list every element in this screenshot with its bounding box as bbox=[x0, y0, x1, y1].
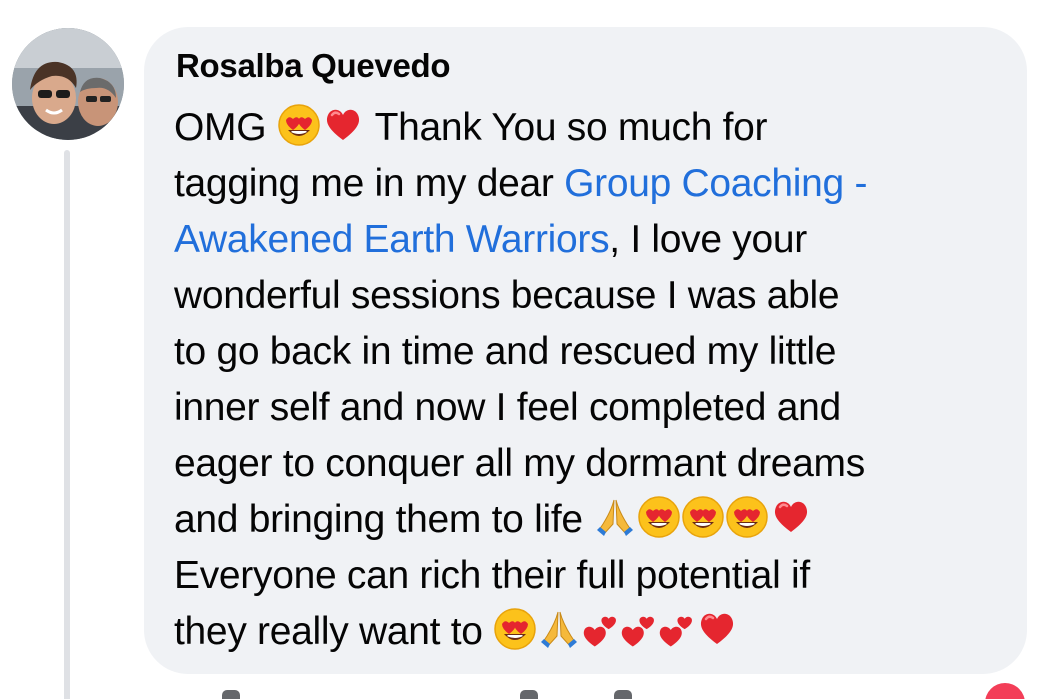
comment-bubble: Rosalba Quevedo OMG Thank You so much fo… bbox=[144, 27, 1027, 674]
two-hearts-icon bbox=[656, 610, 696, 650]
comment-text-segment: to go back in time and rescued my little bbox=[174, 330, 837, 373]
comment-line: tagging me in my dear Group Coaching - bbox=[174, 156, 1014, 212]
comment-text-segment: , I love your bbox=[609, 218, 807, 261]
red-heart-icon bbox=[768, 494, 814, 540]
heart-eyes-icon bbox=[724, 494, 770, 540]
heart-eyes-icon bbox=[492, 606, 538, 652]
comment-line: Everyone can rich their full potential i… bbox=[174, 548, 1014, 604]
folded-hands-icon bbox=[592, 494, 638, 540]
comment-action-partial bbox=[614, 690, 632, 699]
avatar[interactable] bbox=[12, 28, 124, 140]
comment-text-segment: wonderful sessions because I was able bbox=[174, 274, 840, 317]
reaction-badge[interactable] bbox=[985, 683, 1025, 699]
comment-text-segment: and bringing them to life bbox=[174, 498, 594, 541]
comment-line: and bringing them to life bbox=[174, 492, 1014, 548]
comment-line: eager to conquer all my dormant dreams bbox=[174, 436, 1014, 492]
comment-text: OMG Thank You so much for tagging me in m… bbox=[174, 100, 1014, 660]
heart-eyes-icon bbox=[636, 494, 682, 540]
comment-text-segment: they really want to bbox=[174, 610, 494, 653]
red-heart-icon bbox=[320, 102, 366, 148]
comment-line: to go back in time and rescued my little bbox=[174, 324, 1014, 380]
comment-line: they really want to bbox=[174, 604, 1014, 660]
comment-line: inner self and now I feel completed and bbox=[174, 380, 1014, 436]
thread-connector-line bbox=[64, 150, 70, 699]
comment-text-segment: Thank You so much for bbox=[364, 106, 768, 149]
folded-hands-icon bbox=[536, 606, 582, 652]
comment-text-segment: eager to conquer all my dormant dreams bbox=[174, 442, 865, 485]
red-heart-icon bbox=[694, 606, 740, 652]
heart-eyes-icon bbox=[276, 102, 322, 148]
comment-line: Awakened Earth Warriors, I love your bbox=[174, 212, 1014, 268]
comment-text-segment: Everyone can rich their full potential i… bbox=[174, 554, 810, 597]
comment-action-partial bbox=[520, 690, 538, 699]
comment-line: OMG Thank You so much for bbox=[174, 100, 1014, 156]
comment-text-segment: inner self and now I feel completed and bbox=[174, 386, 841, 429]
heart-eyes-icon bbox=[680, 494, 726, 540]
comment-line: wonderful sessions because I was able bbox=[174, 268, 1014, 324]
two-hearts-icon bbox=[618, 610, 658, 650]
comment-text-segment: OMG bbox=[174, 106, 277, 149]
two-hearts-icon bbox=[580, 610, 620, 650]
comment-action-partial bbox=[222, 690, 240, 699]
comment-author-name[interactable]: Rosalba Quevedo bbox=[176, 47, 451, 85]
comment-thread: Rosalba Quevedo OMG Thank You so much fo… bbox=[0, 0, 1055, 699]
profile-photo bbox=[12, 28, 124, 140]
comment-text-segment: tagging me in my dear bbox=[174, 162, 565, 205]
group-tag-link[interactable]: Awakened Earth Warriors bbox=[174, 218, 610, 261]
group-tag-link[interactable]: Group Coaching - bbox=[564, 162, 867, 205]
